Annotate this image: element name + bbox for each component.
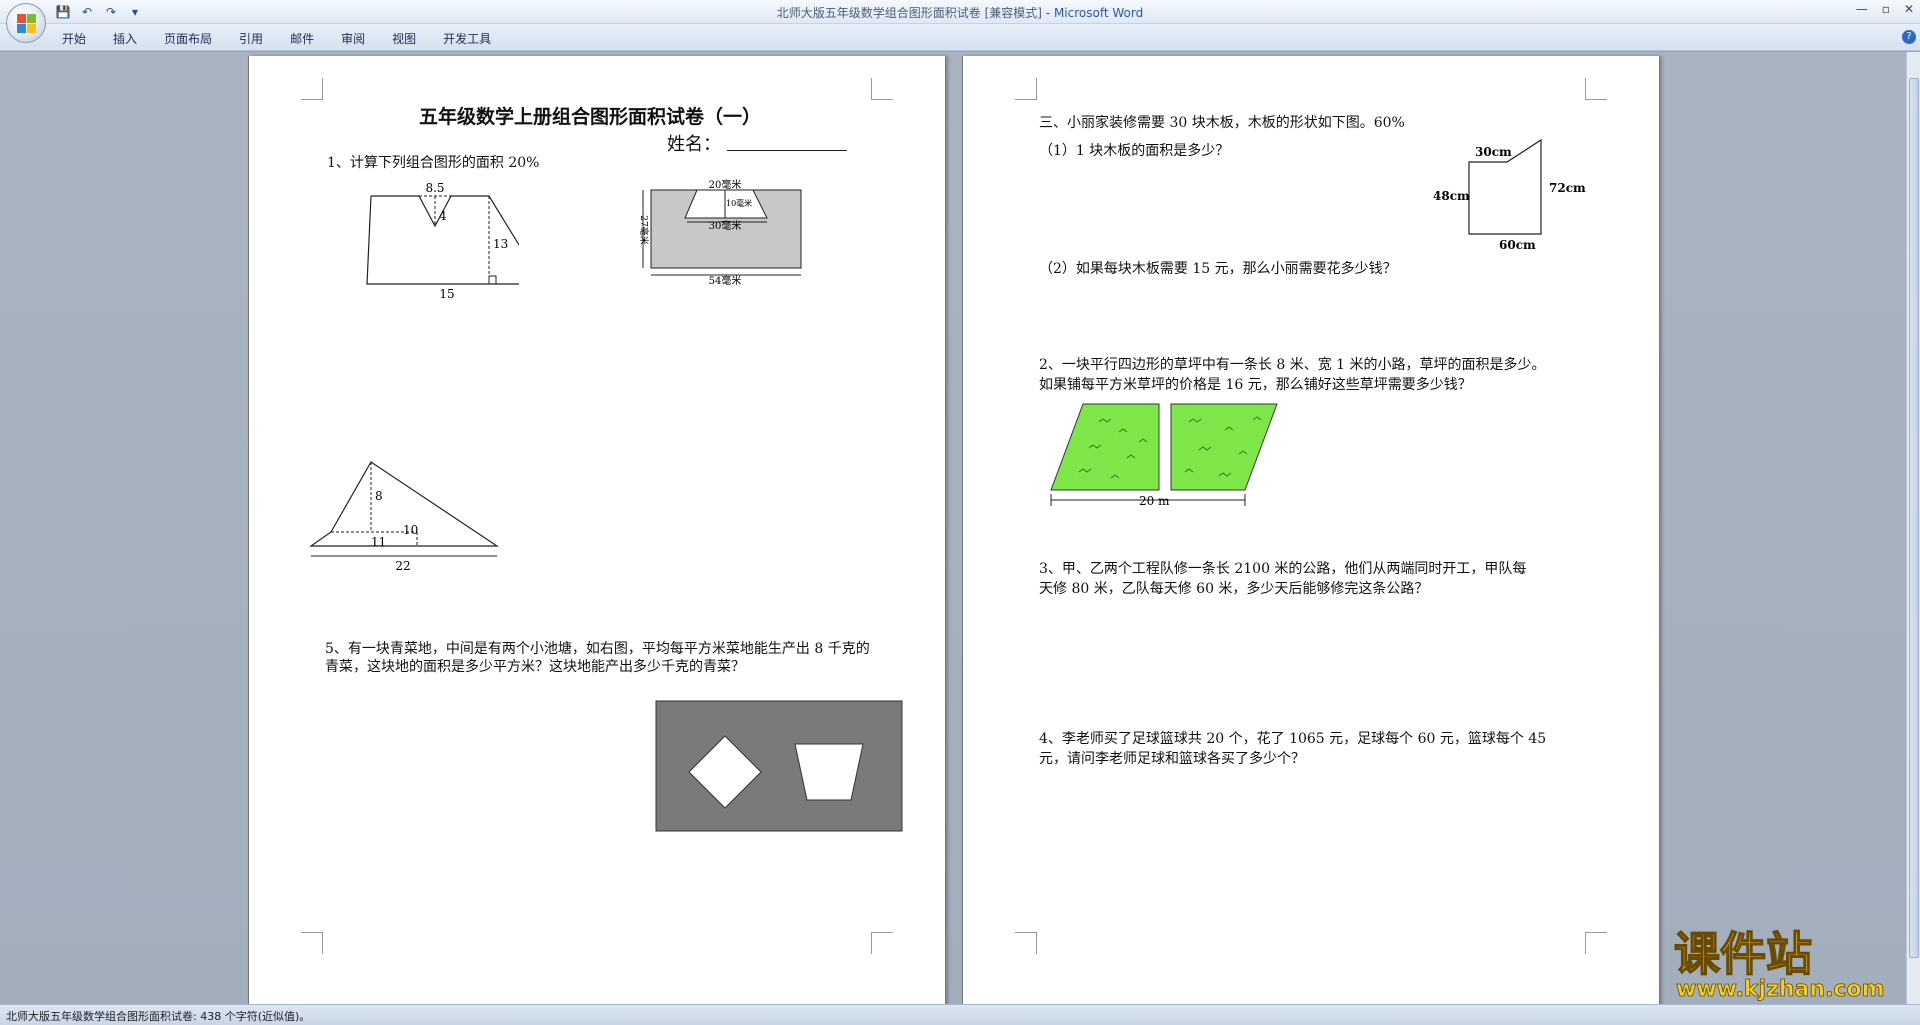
document-page-left[interactable]: 五年级数学上册组合图形面积试卷（一） 姓名： 1、计算下列组合图形的面积 20%… <box>248 56 946 1006</box>
minimize-button[interactable]: — <box>1856 2 1868 16</box>
figure-trapezoid-notch: 8.5 4 13 15 <box>366 181 519 301</box>
crop-mark <box>301 932 323 954</box>
title-bar: 💾 ↶ ↷ ▾ 北师大版五年级数学组合图形面积试卷 [兼容模式] - Micro… <box>0 0 1920 24</box>
figure-wooden-board: 30cm 48cm 72cm 60cm <box>1433 138 1586 252</box>
question-5-line-2: 青菜，这块地的面积是多少平方米？这块地能产出多少千克的青菜？ <box>325 659 745 675</box>
office-button[interactable] <box>6 3 46 43</box>
name-label: 姓名： <box>667 134 721 155</box>
question-4-line-2: 元，请问李老师足球和篮球各买了多少个？ <box>1039 751 1305 767</box>
crop-mark <box>871 932 893 954</box>
fig1-top-label: 8.5 <box>425 181 444 195</box>
fig2-mid-label: 30毫米 <box>709 219 742 232</box>
fig1-height-label: 13 <box>493 237 508 251</box>
figure-composite-triangle: 8 11 10 22 <box>309 461 499 573</box>
watermark-url: www.kjzhan.com <box>1676 977 1885 1002</box>
watermark-title: 课件站 <box>1674 927 1812 981</box>
tab-mailings[interactable]: 邮件 <box>278 29 326 48</box>
fig3-bottom-label: 22 <box>395 559 410 573</box>
tab-home[interactable]: 开始 <box>50 29 98 48</box>
question-3b-line-1: 3、甲、乙两个工程队修一条长 2100 米的公路，他们从两端同时开工，甲队每 <box>1039 561 1527 577</box>
fig3-h2-label: 10 <box>403 523 418 537</box>
page-title: 五年级数学上册组合图形面积试卷（一） <box>419 106 762 128</box>
board-right-label: 72cm <box>1549 181 1586 195</box>
fig1-bottom-label: 15 <box>439 287 454 301</box>
crop-mark <box>1015 78 1037 100</box>
question-3-part-1: （1）1 块木板的面积是多少？ <box>1039 143 1230 159</box>
crop-mark <box>1585 932 1607 954</box>
fig2-top-label: 20毫米 <box>709 178 742 191</box>
name-underline[interactable] <box>727 150 847 151</box>
figure-vegetable-field <box>655 700 903 832</box>
crop-mark <box>871 78 893 100</box>
board-top-label: 30cm <box>1475 145 1512 159</box>
ribbon-tabs: 开始 插入 页面布局 引用 邮件 审阅 视图 开发工具 <box>50 29 506 48</box>
figure-parallelogram-lawn: 20 m <box>1050 403 1278 508</box>
question-1: 1、计算下列组合图形的面积 20% <box>327 155 540 171</box>
fig1-inner-label: 4 <box>439 209 447 223</box>
document-name: 北师大版五年级数学组合图形面积试卷 [兼容模式] <box>776 6 1042 20</box>
tab-references[interactable]: 引用 <box>227 29 275 48</box>
question-2-line-2: 如果铺每平方米草坪的价格是 16 元，那么铺好这些草坪需要多少钱？ <box>1039 377 1472 393</box>
question-2-line-1: 2、一块平行四边形的草坪中有一条长 8 米、宽 1 米的小路，草坪的面积是多少。 <box>1039 357 1546 373</box>
crop-mark <box>301 78 323 100</box>
question-3-title: 三、小丽家装修需要 30 块木板，木板的形状如下图。60% <box>1039 115 1405 131</box>
question-4-line-1: 4、李老师买了足球篮球共 20 个，花了 1065 元，足球每个 60 元，篮球… <box>1039 731 1547 747</box>
kjzhan-watermark-logo: 课件站 www.kjzhan.com <box>1673 926 1885 1002</box>
window-title: 北师大版五年级数学组合图形面积试卷 [兼容模式] - Microsoft Wor… <box>0 4 1920 21</box>
figure-rect-with-trapezoid: 20毫米 10毫米 30毫米 27毫米 54毫米 <box>638 178 802 287</box>
fig3-h1-label: 8 <box>375 489 383 503</box>
fig2-bottom-label: 54毫米 <box>709 274 742 287</box>
tab-review[interactable]: 审阅 <box>329 29 377 48</box>
tab-developer[interactable]: 开发工具 <box>431 29 503 48</box>
status-text: 北师大版五年级数学组合图形面积试卷: 438 个字符(近似值)。 <box>6 1010 311 1023</box>
office-logo-icon <box>17 14 37 34</box>
window-controls: — ▫ ✕ <box>1856 2 1914 16</box>
fig2-side-label: 27毫米 <box>638 215 650 244</box>
document-page-right[interactable]: 三、小丽家装修需要 30 块木板，木板的形状如下图。60% （1）1 块木板的面… <box>962 56 1660 1006</box>
board-left-label: 48cm <box>1433 189 1470 203</box>
maximize-button[interactable]: ▫ <box>1882 2 1890 16</box>
crop-mark <box>1585 78 1607 100</box>
title-separator: - <box>1041 6 1054 20</box>
question-3-part-2: （2）如果每块木板需要 15 元，那么小丽需要花多少钱？ <box>1039 261 1397 277</box>
crop-mark <box>1015 932 1037 954</box>
close-button[interactable]: ✕ <box>1904 2 1914 16</box>
tab-page-layout[interactable]: 页面布局 <box>152 29 224 48</box>
vertical-scrollbar[interactable] <box>1906 52 1920 1004</box>
fig3-w1-label: 11 <box>371 535 386 549</box>
tab-insert[interactable]: 插入 <box>101 29 149 48</box>
help-icon[interactable]: ? <box>1902 30 1916 44</box>
question-5-line-1: 5、有一块青菜地，中间是有两个小池塘，如右图，平均每平方米菜地能生产出 8 千克… <box>325 641 870 657</box>
tab-view[interactable]: 视图 <box>380 29 428 48</box>
lawn-width-label: 20 m <box>1139 494 1170 508</box>
ribbon-tab-bar: 开始 插入 页面布局 引用 邮件 审阅 视图 开发工具 ? <box>0 24 1920 51</box>
scrollbar-thumb[interactable] <box>1909 78 1919 958</box>
board-bottom-label: 60cm <box>1499 238 1536 252</box>
question-3b-line-2: 天修 80 米，乙队每天修 60 米，多少天后能够修完这条公路？ <box>1039 581 1429 597</box>
app-name: Microsoft Word <box>1053 6 1144 20</box>
fig2-depth-label: 10毫米 <box>726 198 752 208</box>
status-bar: 北师大版五年级数学组合图形面积试卷: 438 个字符(近似值)。 <box>0 1004 1920 1025</box>
